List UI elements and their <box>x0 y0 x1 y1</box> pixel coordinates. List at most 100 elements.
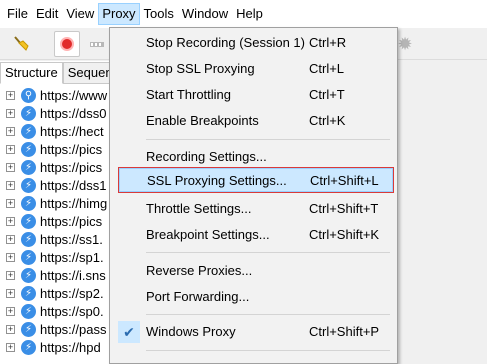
globe-icon: ⚡ <box>21 304 36 319</box>
tree-row[interactable]: + ⚡ https://pics <box>0 159 120 177</box>
tree-row[interactable]: + ⚡ https://ss1. <box>0 231 120 249</box>
host-label: https://sp2. <box>40 286 104 301</box>
expand-icon[interactable]: + <box>6 199 15 208</box>
menu-item-shortcut: Ctrl+Shift+L <box>310 173 379 188</box>
expand-icon[interactable]: + <box>6 289 15 298</box>
tree-row[interactable]: + ⚡ https://himg <box>0 195 120 213</box>
globe-icon: ⚡ <box>21 286 36 301</box>
tree-row[interactable]: + ⚡ https://dss1 <box>0 177 120 195</box>
tree-row[interactable]: + ⚡ https://hect <box>0 123 120 141</box>
globe-icon: ⚡ <box>21 340 36 355</box>
expand-icon[interactable]: + <box>6 325 15 334</box>
host-label: https://hect <box>40 124 104 139</box>
menu-separator <box>146 314 390 315</box>
tree-row[interactable]: + ⚲ https://www <box>0 87 120 105</box>
expand-icon[interactable]: + <box>6 127 15 136</box>
menu-file[interactable]: File <box>3 3 32 25</box>
menu-item-label: Enable Breakpoints <box>146 113 259 128</box>
tree-row[interactable]: + ⚡ https://sp1. <box>0 249 120 267</box>
globe-icon: ⚡ <box>21 196 36 211</box>
host-label: https://pics <box>40 214 103 229</box>
expand-icon[interactable]: + <box>6 271 15 280</box>
globe-icon: ⚡ <box>21 142 36 157</box>
menu-proxy[interactable]: Proxy <box>98 3 140 25</box>
tree-row[interactable]: + ⚡ https://pics <box>0 213 120 231</box>
host-label: https://pass <box>40 322 107 337</box>
expand-icon[interactable]: + <box>6 253 15 262</box>
expand-icon[interactable]: + <box>6 91 15 100</box>
menu-separator <box>146 350 390 351</box>
menu-item-shortcut: Ctrl+Shift+P <box>309 324 380 339</box>
menu-item-label: Start Throttling <box>146 87 232 102</box>
menu-window[interactable]: Window <box>178 3 232 25</box>
globe-icon: ⚡ <box>21 268 36 283</box>
expand-icon[interactable]: + <box>6 109 15 118</box>
expand-icon[interactable]: + <box>6 217 15 226</box>
menu-item-stop-recording[interactable]: Stop Recording (Session 1) Ctrl+R <box>110 30 397 56</box>
tree-row[interactable]: + ⚡ https://dss0 <box>0 105 120 123</box>
globe-icon: ⚡ <box>21 124 36 139</box>
menu-item-port-forwarding[interactable]: Port Forwarding... <box>110 284 397 310</box>
globe-icon: ⚡ <box>21 232 36 247</box>
host-label: https://pics <box>40 160 103 175</box>
menu-item-label: Breakpoint Settings... <box>146 227 270 242</box>
host-label: https://i.sns <box>40 268 106 283</box>
globe-icon: ⚡ <box>21 214 36 229</box>
menu-item-label: Stop Recording (Session 1) <box>146 35 305 50</box>
throttle-icon[interactable] <box>84 31 110 57</box>
menu-item-enable-breakpoints[interactable]: Enable Breakpoints Ctrl+K <box>110 108 397 134</box>
tree-row[interactable]: + ⚡ https://i.sns <box>0 267 120 285</box>
menu-bar: File Edit View Proxy Tools Window Help <box>0 0 487 28</box>
menu-item-windows-proxy[interactable]: ✔ Windows Proxy Ctrl+Shift+P <box>110 319 397 345</box>
menu-view[interactable]: View <box>62 3 98 25</box>
menu-item-shortcut: Ctrl+K <box>309 113 346 128</box>
proxy-menu: Stop Recording (Session 1) Ctrl+R Stop S… <box>109 27 398 364</box>
menu-separator <box>146 139 390 140</box>
menu-item-throttle-settings[interactable]: Throttle Settings... Ctrl+Shift+T <box>110 196 397 222</box>
menu-item-stop-ssl-proxying[interactable]: Stop SSL Proxying Ctrl+L <box>110 56 397 82</box>
tree-row[interactable]: + ⚡ https://sp0. <box>0 303 120 321</box>
menu-item-shortcut: Ctrl+L <box>309 61 345 76</box>
globe-icon: ⚡ <box>21 106 36 121</box>
expand-icon[interactable]: + <box>6 307 15 316</box>
record-button[interactable] <box>54 31 80 57</box>
host-label: https://pics <box>40 142 103 157</box>
menu-item-ssl-proxying-settings[interactable]: SSL Proxying Settings... Ctrl+Shift+L <box>118 167 394 193</box>
broom-icon[interactable] <box>8 31 34 57</box>
expand-icon[interactable]: + <box>6 163 15 172</box>
menu-item-start-throttling[interactable]: Start Throttling Ctrl+T <box>110 82 397 108</box>
menu-tools[interactable]: Tools <box>140 3 178 25</box>
menu-separator <box>146 252 390 253</box>
tree-row[interactable]: + ⚡ https://hpd <box>0 339 120 357</box>
host-label: https://himg <box>40 196 108 211</box>
menu-help[interactable]: Help <box>232 3 267 25</box>
globe-icon: ⚡ <box>21 322 36 337</box>
menu-edit[interactable]: Edit <box>32 3 62 25</box>
tab-structure[interactable]: Structure <box>0 62 63 84</box>
menu-item-label: Port Forwarding... <box>146 289 250 304</box>
tree-row[interactable]: + ⚡ https://pass <box>0 321 120 339</box>
globe-icon: ⚡ <box>21 160 36 175</box>
host-label: https://dss1 <box>40 178 107 193</box>
expand-icon[interactable]: + <box>6 343 15 352</box>
record-icon <box>60 37 74 51</box>
expand-icon[interactable]: + <box>6 145 15 154</box>
expand-icon[interactable]: + <box>6 181 15 190</box>
menu-item-breakpoint-settings[interactable]: Breakpoint Settings... Ctrl+Shift+K <box>110 222 397 248</box>
menu-item-reverse-proxies[interactable]: Reverse Proxies... <box>110 258 397 284</box>
tree-row[interactable]: + ⚡ https://pics <box>0 141 120 159</box>
host-label: https://ss1. <box>40 232 103 247</box>
menu-item-label: Stop SSL Proxying <box>146 61 255 76</box>
view-tabs: Structure Sequence <box>0 62 132 84</box>
host-label: https://dss0 <box>40 106 107 121</box>
host-label: https://sp0. <box>40 304 104 319</box>
globe-icon: ⚲ <box>21 88 36 103</box>
menu-item-shortcut: Ctrl+T <box>309 87 345 102</box>
host-label: https://hpd <box>40 340 101 355</box>
menu-item-label: Reverse Proxies... <box>146 263 253 278</box>
checkmark-icon: ✔ <box>118 321 140 343</box>
expand-icon[interactable]: + <box>6 235 15 244</box>
tree-row[interactable]: + ⚡ https://sp2. <box>0 285 120 303</box>
globe-icon: ⚡ <box>21 250 36 265</box>
menu-item-label: SSL Proxying Settings... <box>147 173 287 188</box>
